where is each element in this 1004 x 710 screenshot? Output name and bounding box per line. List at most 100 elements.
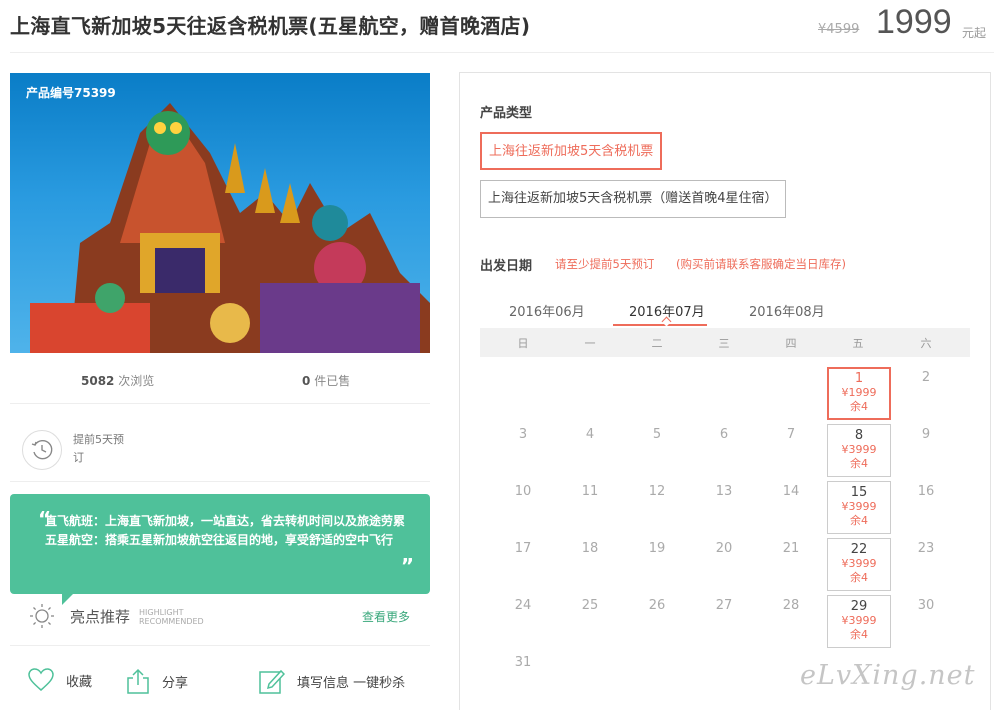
highlight-en-line2: RECOMMENDED bbox=[139, 617, 204, 626]
favorite-label: 收藏 bbox=[66, 674, 93, 690]
date-price: ¥1999 bbox=[841, 386, 877, 399]
highlight-label: 亮点推荐 bbox=[70, 608, 131, 626]
date-number: 8 bbox=[854, 428, 864, 443]
date-cell-available[interactable]: 22 ¥3999 余4 bbox=[827, 538, 891, 591]
date-price: ¥3999 bbox=[841, 443, 877, 456]
weekday-sun: 日 bbox=[517, 337, 529, 350]
sold-stat: 0 件已售 bbox=[302, 372, 350, 389]
watermark: eLvXing.net bbox=[800, 660, 976, 691]
weekday-sat: 六 bbox=[920, 337, 932, 350]
product-type-label: 产品类型 bbox=[480, 106, 533, 121]
views-stat: 5082 次浏览 bbox=[81, 372, 154, 389]
highlight-line-1: 直飞航班：上海直飞新加坡，一站直达，省去转机时间以及旅途劳累 bbox=[45, 514, 406, 528]
share-icon bbox=[127, 668, 149, 694]
page-title: 上海直飞新加坡5天往返含税机票(五星航空，赠首晚酒店) bbox=[10, 14, 531, 38]
sold-label: 件已售 bbox=[314, 374, 351, 388]
date-cell: 27 bbox=[715, 598, 733, 613]
header-divider bbox=[10, 52, 994, 53]
highlight-label-en: HIGHLIGHT RECOMMENDED bbox=[139, 608, 204, 626]
share-button[interactable]: 分享 bbox=[126, 668, 188, 694]
date-cell: 6 bbox=[719, 427, 729, 442]
close-quote-icon: ” bbox=[400, 554, 414, 578]
month-tab-august[interactable]: 2016年08月 bbox=[749, 301, 825, 320]
date-number: 22 bbox=[850, 542, 868, 557]
date-cell: 25 bbox=[581, 598, 599, 613]
date-cell: 14 bbox=[782, 484, 800, 499]
date-cell: 4 bbox=[585, 427, 595, 442]
highlight-line-2: 五星航空：搭乘五星新加坡航空往返目的地，享受舒适的空中飞行 bbox=[45, 533, 394, 547]
date-cell: 13 bbox=[715, 484, 733, 499]
product-stats: 5082 次浏览 0 件已售 bbox=[10, 365, 430, 395]
favorite-button[interactable]: 收藏 bbox=[28, 668, 92, 692]
date-remaining: 余4 bbox=[850, 514, 868, 527]
date-cell: 10 bbox=[514, 484, 532, 499]
date-cell: 11 bbox=[581, 484, 599, 499]
month-active-indicator bbox=[613, 324, 707, 326]
date-cell: 26 bbox=[648, 598, 666, 613]
month-tab-june[interactable]: 2016年06月 bbox=[509, 301, 585, 320]
date-cell-available[interactable]: 1 ¥1999 余4 bbox=[827, 367, 891, 420]
highlight-box: “ 直飞航班：上海直飞新加坡，一站直达，省去转机时间以及旅途劳累 五星航空：搭乘… bbox=[10, 494, 430, 594]
date-cell: 9 bbox=[921, 427, 931, 442]
date-cell: 28 bbox=[782, 598, 800, 613]
product-option-1[interactable]: 上海往返新加坡5天含税机票 bbox=[480, 132, 663, 170]
date-cell: 18 bbox=[581, 541, 599, 556]
date-cell: 20 bbox=[715, 541, 733, 556]
temple-illustration bbox=[30, 103, 430, 353]
weekday-fri: 五 bbox=[852, 337, 864, 350]
date-price: ¥3999 bbox=[841, 614, 877, 627]
divider bbox=[10, 481, 430, 482]
date-cell: 24 bbox=[514, 598, 532, 613]
stock-note: (购买前请联系客服确定当日库存) bbox=[676, 257, 846, 271]
price-unit: 元起 bbox=[962, 26, 987, 40]
product-code: 产品编号75399 bbox=[26, 86, 116, 100]
weekday-wed: 三 bbox=[718, 337, 730, 350]
see-more-link[interactable]: 查看更多 bbox=[362, 608, 410, 625]
views-count: 5082 bbox=[81, 374, 115, 388]
date-cell: 19 bbox=[648, 541, 666, 556]
date-cell-available[interactable]: 15 ¥3999 余4 bbox=[827, 481, 891, 534]
current-price: 1999 bbox=[876, 3, 952, 41]
date-remaining: 余4 bbox=[850, 457, 868, 470]
product-option-2[interactable]: 上海往返新加坡5天含税机票（赠送首晚4星住宿） bbox=[480, 180, 786, 218]
advance-note: 请至少提前5天预订 bbox=[555, 257, 655, 271]
date-cell-available[interactable]: 8 ¥3999 余4 bbox=[827, 424, 891, 477]
weekday-thu: 四 bbox=[785, 337, 797, 350]
date-remaining: 余4 bbox=[850, 628, 868, 641]
date-remaining: 余4 bbox=[850, 571, 868, 584]
heart-icon bbox=[28, 668, 54, 691]
date-cell: 5 bbox=[652, 427, 662, 442]
fill-info-button[interactable]: 填写信息 一键秒杀 bbox=[259, 668, 405, 694]
divider bbox=[10, 645, 430, 646]
edit-icon bbox=[259, 669, 285, 694]
date-cell: 3 bbox=[518, 427, 528, 442]
date-price: ¥3999 bbox=[841, 500, 877, 513]
sun-icon bbox=[30, 604, 54, 628]
highlight-box-tail bbox=[62, 593, 74, 605]
date-cell: 17 bbox=[514, 541, 532, 556]
date-number: 1 bbox=[854, 371, 864, 386]
advance-booking-note: 提前5天预订 bbox=[73, 433, 124, 464]
highlight-en-line1: HIGHLIGHT bbox=[139, 608, 184, 617]
date-remaining: 余4 bbox=[850, 400, 868, 413]
original-price: ¥4599 bbox=[818, 22, 860, 37]
date-cell: 16 bbox=[917, 484, 935, 499]
date-cell: 31 bbox=[514, 655, 532, 670]
date-cell: 30 bbox=[917, 598, 935, 613]
date-cell-available[interactable]: 29 ¥3999 余4 bbox=[827, 595, 891, 648]
date-cell: 7 bbox=[786, 427, 796, 442]
fill-info-label: 填写信息 一键秒杀 bbox=[297, 675, 406, 691]
date-cell: 12 bbox=[648, 484, 666, 499]
date-cell: 21 bbox=[782, 541, 800, 556]
views-label: 次浏览 bbox=[118, 374, 155, 388]
share-label: 分享 bbox=[162, 675, 189, 691]
date-number: 15 bbox=[850, 485, 868, 500]
weekday-mon: 一 bbox=[584, 337, 596, 350]
open-quote-icon: “ bbox=[38, 507, 52, 531]
weekday-tue: 二 bbox=[651, 337, 663, 350]
date-cell: 2 bbox=[921, 370, 931, 385]
date-number: 29 bbox=[850, 599, 868, 614]
product-image: 产品编号75399 bbox=[10, 73, 430, 353]
clock-icon bbox=[22, 430, 62, 470]
date-cell: 23 bbox=[917, 541, 935, 556]
